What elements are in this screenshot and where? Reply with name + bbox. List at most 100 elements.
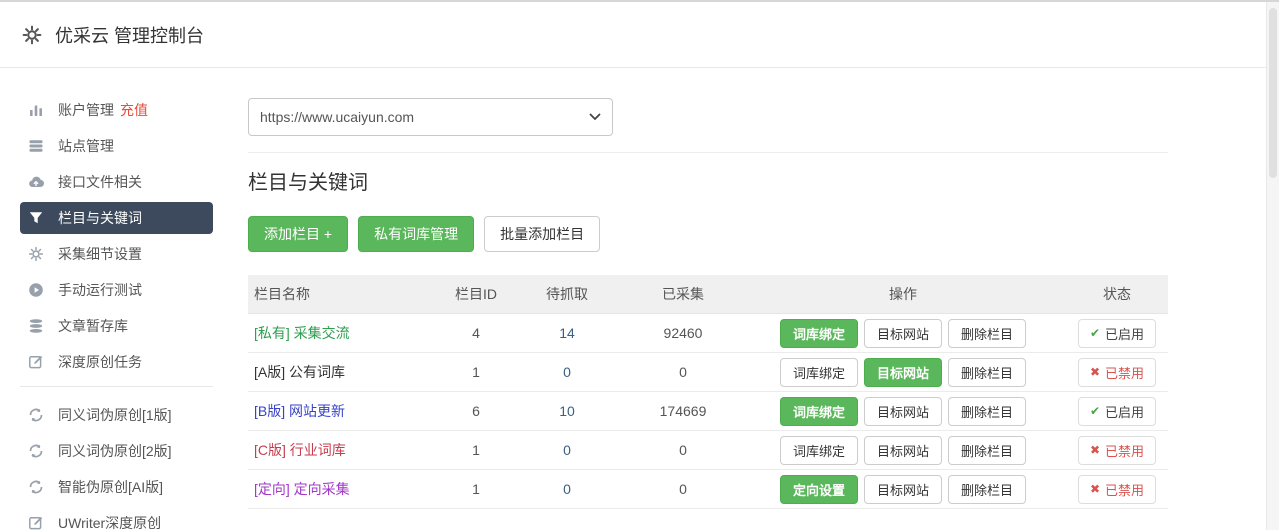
sidebar-item-label: UWriter深度原创 [58, 515, 162, 530]
column-id: 1 [472, 442, 480, 458]
sidebar-item-sites[interactable]: 站点管理 [20, 130, 213, 162]
refresh-icon [28, 443, 44, 459]
column-id: 1 [472, 481, 480, 497]
delete-column-button[interactable]: 删除栏目 [948, 435, 1027, 465]
gear-icon [22, 25, 42, 45]
collected-count: 0 [679, 364, 687, 380]
cross-icon: ✖ [1089, 482, 1101, 496]
private-dictionary-button[interactable]: 私有词库管理 [358, 216, 475, 252]
dictionary-bind-button[interactable]: 词库绑定 [779, 396, 858, 426]
recharge-link[interactable]: 充值 [120, 100, 148, 120]
pending-count-link[interactable]: 0 [563, 442, 571, 458]
target-site-button[interactable]: 目标网站 [863, 396, 942, 426]
column-id: 6 [472, 403, 480, 419]
target-site-button[interactable]: 目标网站 [863, 318, 942, 348]
sidebar-item-synonym-v1[interactable]: 同义词伪原创[1版] [20, 399, 213, 431]
column-id: 4 [472, 325, 480, 341]
dictionary-bind-button[interactable]: 词库绑定 [779, 318, 858, 348]
sidebar-item-label: 同义词伪原创[1版] [58, 407, 172, 423]
sidebar-divider [20, 386, 213, 387]
edit-icon [28, 354, 44, 370]
edit-icon [28, 515, 44, 530]
target-site-button[interactable]: 目标网站 [863, 435, 942, 465]
sidebar-item-account[interactable]: 账户管理 充值 [20, 94, 213, 126]
targeted-settings-button[interactable]: 定向设置 [779, 474, 858, 504]
delete-column-button[interactable]: 删除栏目 [948, 396, 1027, 426]
pending-count-link[interactable]: 0 [563, 481, 571, 497]
sidebar: 账户管理 充值 站点管理 接口文件相关 栏目与关键词 采集细节设置 手动运行测试… [0, 68, 248, 530]
sidebar-item-label: 同义词伪原创[2版] [58, 443, 172, 459]
status-label: 已禁用 [1105, 482, 1145, 498]
collected-count: 92460 [663, 325, 703, 341]
header-column-name: 栏目名称 [254, 286, 310, 302]
sidebar-item-label: 栏目与关键词 [58, 210, 142, 226]
status-label: 已禁用 [1105, 443, 1145, 459]
pending-count-link[interactable]: 14 [559, 325, 575, 341]
sidebar-item-label: 站点管理 [58, 138, 114, 154]
sidebar-item-manual-test[interactable]: 手动运行测试 [20, 274, 213, 306]
sidebar-item-interface-files[interactable]: 接口文件相关 [20, 166, 213, 198]
cloud-upload-icon [28, 174, 44, 190]
app-header: 优采云 管理控制台 [0, 2, 1279, 68]
table-row: [B版] 网站更新 6 10 174669 词库绑定 目标网站 删除栏目 ✔ 已… [248, 392, 1168, 431]
sidebar-item-label: 深度原创任务 [58, 354, 142, 370]
header-column-id: 栏目ID [455, 286, 497, 302]
status-badge[interactable]: ✖ 已禁用 [1077, 357, 1157, 387]
column-name-link[interactable]: [C版] 行业词库 [254, 442, 346, 458]
main-content: https://www.ucaiyun.com 栏目与关键词 添加栏目 + 私有… [248, 68, 1168, 530]
status-badge[interactable]: ✔ 已启用 [1077, 396, 1157, 426]
refresh-icon [28, 407, 44, 423]
column-name-link[interactable]: [B版] 网站更新 [254, 403, 345, 419]
delete-column-button[interactable]: 删除栏目 [948, 357, 1027, 387]
status-badge[interactable]: ✔ 已启用 [1077, 318, 1157, 348]
batch-add-button[interactable]: 批量添加栏目 [484, 216, 601, 252]
bar-chart-icon [28, 102, 44, 118]
add-column-button[interactable]: 添加栏目 + [248, 216, 349, 252]
sidebar-item-article-cache[interactable]: 文章暂存库 [20, 310, 213, 342]
sidebar-item-synonym-v2[interactable]: 同义词伪原创[2版] [20, 435, 213, 467]
toolbar: 添加栏目 + 私有词库管理 批量添加栏目 [248, 216, 1168, 252]
scrollbar-thumb[interactable] [1269, 8, 1277, 178]
sidebar-item-ai-original[interactable]: 智能伪原创[AI版] [20, 471, 213, 503]
status-badge[interactable]: ✖ 已禁用 [1077, 474, 1157, 504]
status-label: 已禁用 [1105, 365, 1145, 381]
table-row: [私有] 采集交流 4 14 92460 词库绑定 目标网站 删除栏目 ✔ 已启… [248, 314, 1168, 353]
delete-column-button[interactable]: 删除栏目 [948, 474, 1027, 504]
status-label: 已启用 [1105, 404, 1145, 420]
dictionary-bind-button[interactable]: 词库绑定 [779, 357, 858, 387]
app-window: 优采云 管理控制台 账户管理 充值 站点管理 接口文件相关 栏目与关键词 采集细… [0, 0, 1279, 530]
sidebar-item-deep-original-task[interactable]: 深度原创任务 [20, 346, 213, 378]
sidebar-item-uwriter[interactable]: UWriter深度原创 [20, 507, 213, 530]
cross-icon: ✖ [1089, 365, 1101, 379]
sidebar-item-label: 智能伪原创[AI版] [58, 479, 164, 495]
site-select[interactable]: https://www.ucaiyun.com [248, 98, 613, 136]
column-id: 1 [472, 364, 480, 380]
filter-icon [28, 210, 44, 226]
server-icon [28, 138, 44, 154]
pending-count-link[interactable]: 10 [559, 403, 575, 419]
sidebar-item-label: 账户管理 [58, 102, 114, 118]
table-row: [A版] 公有词库 1 0 0 词库绑定 目标网站 删除栏目 ✖ 已禁用 [248, 353, 1168, 392]
target-site-button[interactable]: 目标网站 [863, 474, 942, 504]
delete-column-button[interactable]: 删除栏目 [948, 318, 1027, 348]
database-icon [28, 318, 44, 334]
content-divider [248, 152, 1168, 153]
target-site-button[interactable]: 目标网站 [863, 357, 942, 387]
columns-table: 栏目名称 栏目ID 待抓取 已采集 操作 状态 [私有] 采集交流 4 14 9… [248, 275, 1168, 509]
play-circle-icon [28, 282, 44, 298]
app-title: 优采云 管理控制台 [55, 25, 205, 46]
column-name-link[interactable]: [定向] 定向采集 [254, 481, 350, 497]
status-label: 已启用 [1105, 326, 1145, 342]
pending-count-link[interactable]: 0 [563, 364, 571, 380]
header-status: 状态 [1103, 286, 1131, 302]
vertical-scrollbar[interactable] [1266, 2, 1279, 530]
collected-count: 0 [679, 442, 687, 458]
check-icon: ✔ [1089, 404, 1101, 418]
status-badge[interactable]: ✖ 已禁用 [1077, 435, 1157, 465]
column-name-link[interactable]: [私有] 采集交流 [254, 325, 350, 341]
column-name-link[interactable]: [A版] 公有词库 [254, 364, 345, 380]
sidebar-item-label: 采集细节设置 [58, 246, 142, 262]
sidebar-item-columns-keywords[interactable]: 栏目与关键词 [20, 202, 213, 234]
dictionary-bind-button[interactable]: 词库绑定 [779, 435, 858, 465]
sidebar-item-collection-settings[interactable]: 采集细节设置 [20, 238, 213, 270]
